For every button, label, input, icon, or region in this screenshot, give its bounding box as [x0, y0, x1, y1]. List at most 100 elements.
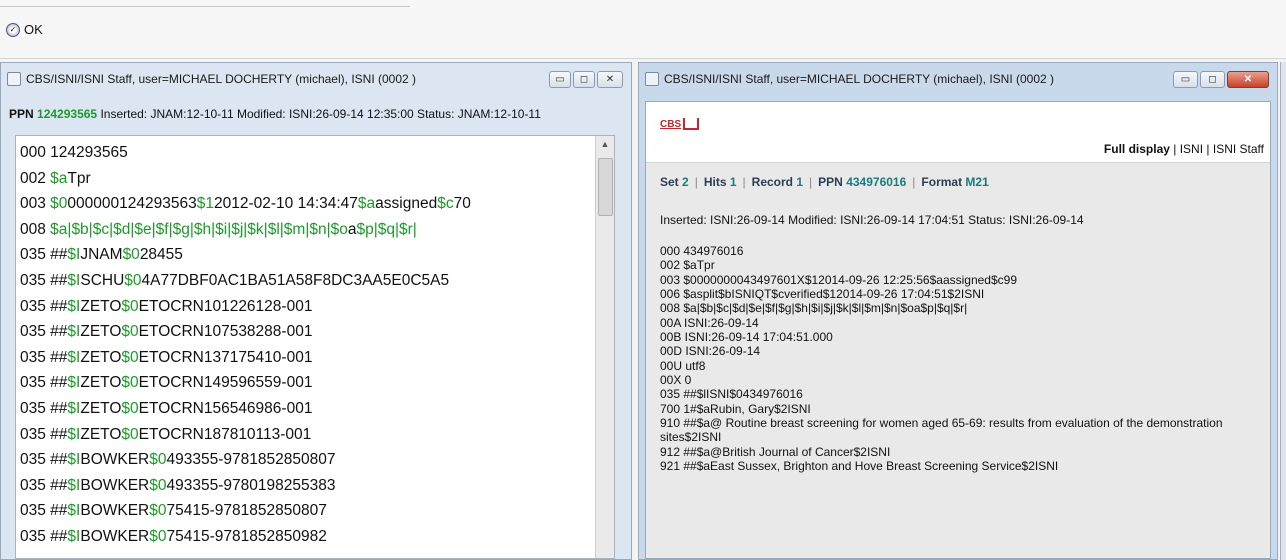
- subfield-code: $0: [124, 271, 142, 289]
- field-text: 035 ##: [20, 374, 68, 392]
- field-text: ETOCRN107538288-001: [138, 323, 313, 341]
- record-line[interactable]: 035 ##$IZETO$0ETOCRN187810113-001: [20, 422, 592, 448]
- record-line: 00B ISNI:26-09-14 17:04:51.000: [660, 330, 833, 345]
- subfield-code: $a|$b|$c|$d|$e|$f|$g|$h|$i|$j|$k|$l|$m|$…: [50, 220, 348, 238]
- isni-link[interactable]: ISNI: [1180, 142, 1203, 156]
- field-text: ZETO: [80, 348, 122, 366]
- cbs-logo[interactable]: CBS: [660, 118, 700, 130]
- top-toolbar: ✓ OK: [0, 0, 1286, 59]
- field-text: BOWKER: [80, 451, 150, 469]
- field-text: ETOCRN101226128-001: [138, 297, 313, 315]
- field-text: 035 ##: [20, 246, 68, 264]
- field-text: 035 ##: [20, 297, 68, 315]
- right-window-title: CBS/ISNI/ISNI Staff, user=MICHAEL DOCHER…: [664, 72, 1055, 86]
- record-line: 008 $a|$b|$c|$d|$e|$f|$g|$h|$i|$j|$k|$l|…: [660, 301, 968, 316]
- scroll-thumb[interactable]: [598, 158, 613, 216]
- field-text: 493355-9781852850807: [166, 451, 336, 469]
- record-line[interactable]: 035 ##$IZETO$0ETOCRN149596559-001: [20, 370, 592, 396]
- maximize-button[interactable]: ◻: [573, 71, 595, 88]
- full-display-link[interactable]: Full display: [1104, 142, 1170, 156]
- record-line: 921 ##$aEast Sussex, Brighton and Hove B…: [660, 459, 1059, 474]
- record-line[interactable]: 035 ##$IBOWKER$0493355-9781852850807: [20, 447, 592, 473]
- subfield-code: $0: [149, 451, 167, 469]
- result-summary: Set 2 | Hits 1 | Record 1 | PPN 434976016 | Form…: [660, 175, 989, 189]
- field-text: JNAM: [80, 246, 123, 264]
- field-text: ZETO: [80, 374, 122, 392]
- subfield-code: $0: [149, 502, 167, 520]
- field-text: 2012-02-10 14:34:47: [213, 195, 358, 213]
- field-text: 035 ##: [20, 527, 68, 545]
- record-line[interactable]: 000 124293565: [20, 140, 592, 166]
- subfield-code: $0: [121, 399, 139, 417]
- subfield-code: $I: [67, 348, 81, 366]
- toolbar-divider: [0, 6, 410, 7]
- field-text: Tpr: [67, 169, 91, 187]
- field-text: 035 ##: [20, 502, 68, 520]
- display-body: Set 2 | Hits 1 | Record 1 | PPN 434976016 | Form…: [646, 163, 1270, 558]
- field-text: 003: [20, 195, 51, 213]
- subfield-code: $0: [121, 425, 139, 443]
- subfield-code: $a: [357, 195, 376, 213]
- field-text: 4A77DBF0AC1BA51A58F8DC3AA5E0C5A5: [141, 271, 450, 289]
- record-line[interactable]: 035 ##$IZETO$0ETOCRN137175410-001: [20, 345, 592, 371]
- record-line: 006 $asplit$bISNIQT$cverified$12014-09-2…: [660, 287, 985, 302]
- subfield-code: $1: [196, 195, 214, 213]
- record-line: 00A ISNI:26-09-14: [660, 315, 759, 330]
- scroll-up-icon[interactable]: ▲: [596, 136, 614, 152]
- vertical-scrollbar[interactable]: ▲: [595, 136, 614, 558]
- minimize-button[interactable]: ▭: [1173, 71, 1198, 88]
- field-text: 002: [20, 169, 51, 187]
- record-display: 000 434976016 002 $aTpr 003 $0000000043497…: [660, 244, 1256, 474]
- field-text: SCHU: [80, 271, 125, 289]
- field-text: ETOCRN187810113-001: [138, 425, 312, 443]
- ok-button[interactable]: ✓ OK: [6, 22, 43, 37]
- field-text: assigned: [375, 195, 438, 213]
- record-line[interactable]: 035 ##$ISCHU$04A77DBF0AC1BA51A58F8DC3AA5…: [20, 268, 592, 294]
- record-line[interactable]: 035 ##$IBOWKER$075415-9781852850982: [20, 524, 592, 550]
- ppn-value: 124293565: [37, 107, 98, 121]
- field-text: 035 ##: [20, 451, 68, 469]
- minimize-button[interactable]: ▭: [549, 71, 571, 88]
- format-value: M21: [965, 175, 989, 189]
- record-line[interactable]: 035 ##$IJNAM$028455: [20, 242, 592, 268]
- ppn-row: PPN 124293565 Inserted: JNAM:12-10-11 Mo…: [9, 107, 623, 129]
- ppn-info: Inserted: JNAM:12-10-11 Modified: ISNI:2…: [97, 107, 541, 121]
- ok-icon: ✓: [6, 22, 20, 37]
- field-text: 75415-9781852850807: [166, 502, 327, 520]
- maximize-button[interactable]: ◻: [1200, 71, 1225, 88]
- field-text: 035 ##: [20, 476, 68, 494]
- background-window-edge: [1280, 62, 1286, 560]
- field-text: 75415-9781852850982: [166, 527, 327, 545]
- record-line[interactable]: 035 ##$IZETO$0ETOCRN107538288-001: [20, 319, 592, 345]
- field-text: 035 ##: [20, 323, 68, 341]
- record-line[interactable]: 035 ##$IZETO$0ETOCRN101226128-001: [20, 294, 592, 320]
- right-titlebar: CBS/ISNI/ISNI Staff, user=MICHAEL DOCHER…: [639, 63, 1277, 95]
- close-button[interactable]: ✕: [1227, 71, 1269, 88]
- record-editor[interactable]: 000 124293565 002 $aTpr 003 $0000000124293…: [15, 135, 615, 559]
- record-line[interactable]: 035 ##$IBOWKER$0493355-9780198255383: [20, 473, 592, 499]
- record-line: 910 ##$a@ Routine breast screening for w…: [660, 416, 1223, 445]
- window-icon: [645, 72, 659, 86]
- subfield-code: $0: [149, 476, 167, 494]
- subfield-code: $I: [67, 246, 81, 264]
- set-value: 2: [682, 175, 689, 189]
- record-lines: 000 124293565 002 $aTpr 003 $0000000124293…: [20, 140, 592, 550]
- record-line[interactable]: 008 $a|$b|$c|$d|$e|$f|$g|$h|$i|$j|$k|$l|…: [20, 217, 592, 243]
- record-line: 00D ISNI:26-09-14: [660, 344, 761, 359]
- field-text: 035 ##: [20, 399, 68, 417]
- hits-value: 1: [729, 175, 737, 189]
- subfield-code: $I: [67, 425, 81, 443]
- record-line[interactable]: 035 ##$IZETO$0ETOCRN156546986-001: [20, 396, 592, 422]
- field-text: BOWKER: [80, 502, 150, 520]
- hits-label: Hits: [703, 175, 727, 189]
- close-button[interactable]: ✕: [597, 71, 623, 88]
- field-text: 28455: [139, 246, 183, 264]
- record-line[interactable]: 035 ##$IBOWKER$075415-9781852850807: [20, 498, 592, 524]
- subfield-code: $I: [67, 527, 81, 545]
- record-line[interactable]: 002 $aTpr: [20, 166, 592, 192]
- field-text: 000000124293563: [67, 195, 197, 213]
- subfield-code: $a: [50, 169, 68, 187]
- record-line[interactable]: 003 $0000000124293563$12012-02-10 14:34:…: [20, 191, 592, 217]
- isni-staff-link[interactable]: ISNI Staff: [1213, 142, 1264, 156]
- field-text: 70: [453, 195, 471, 213]
